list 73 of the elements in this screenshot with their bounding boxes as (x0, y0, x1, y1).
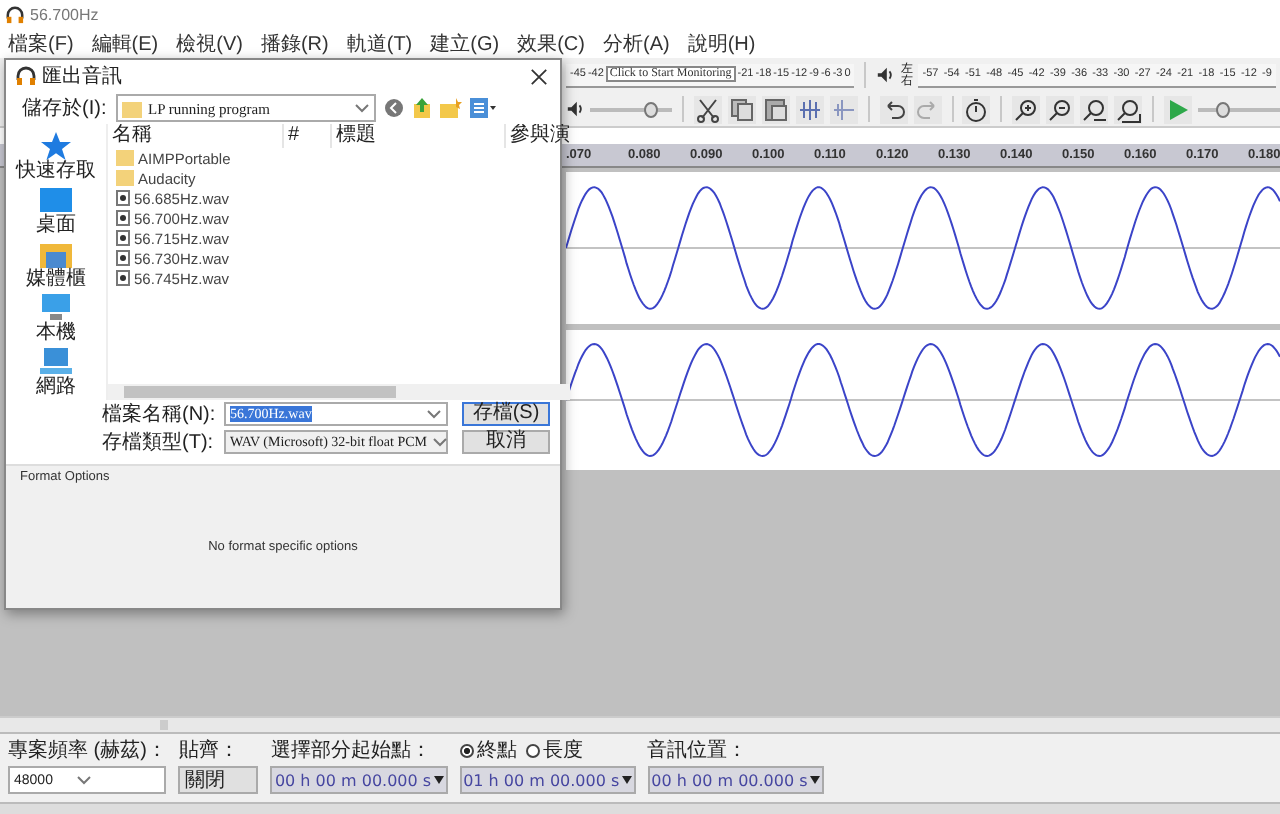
speaker-icon (566, 100, 584, 118)
column-header[interactable]: 名稱 (108, 124, 284, 148)
audio-position-label: 音訊位置： (647, 737, 750, 764)
caret-icon (809, 776, 820, 784)
caret-icon (354, 102, 370, 114)
audio-file-icon (116, 250, 130, 266)
folder-icon (40, 240, 72, 268)
silence-icon[interactable] (829, 95, 858, 123)
menu-item[interactable]: 效果(C) (517, 29, 585, 57)
zoom-fit-icon[interactable] (1114, 95, 1143, 123)
horizontal-scrollbar[interactable] (108, 384, 570, 400)
folder-icon (122, 99, 142, 117)
menu-item[interactable]: 分析(A) (602, 29, 670, 57)
menu-item[interactable]: 檢視(V) (176, 29, 243, 57)
star-icon (40, 132, 72, 160)
audio-file-icon (116, 230, 130, 246)
place-item[interactable]: 桌面 (36, 186, 76, 238)
zoom-out-icon[interactable] (1046, 95, 1075, 123)
menu-item[interactable]: 建立(G) (430, 29, 500, 57)
back-icon[interactable] (384, 98, 404, 118)
time-field[interactable]: 01 h 00 m 00.000 s (459, 766, 636, 794)
zoom-in-icon[interactable] (1012, 95, 1041, 123)
window-title: 56.700Hz (30, 5, 99, 23)
computer-icon (40, 294, 72, 322)
radio-button[interactable]: 終點 (459, 736, 518, 764)
trim-icon[interactable] (795, 95, 824, 123)
headphones-icon (6, 5, 24, 23)
column-header[interactable]: 標題 (332, 124, 506, 148)
desktop-icon (40, 186, 72, 214)
snap-label: 貼齊： (178, 737, 241, 764)
audio-file-icon (116, 210, 130, 226)
network-icon (40, 348, 72, 376)
place-item[interactable]: 網路 (36, 348, 76, 400)
headphones-icon (16, 66, 36, 86)
caret-icon (76, 774, 93, 786)
save-button[interactable]: 存檔(S) (462, 402, 550, 426)
menu-item[interactable]: 編輯(E) (91, 29, 159, 57)
menu-item[interactable]: 播錄(R) (260, 29, 329, 57)
paste-icon[interactable] (761, 95, 790, 123)
caret-icon (621, 776, 632, 784)
project-rate-label: 專案頻率 (赫茲)： (8, 737, 167, 764)
snap-dropdown[interactable]: 關閉 (178, 766, 259, 794)
audio-file-icon (116, 270, 130, 286)
file-name-label: 檔案名稱(N): (102, 401, 218, 428)
radio-button[interactable]: 長度 (525, 736, 584, 764)
volume-slider[interactable] (590, 99, 673, 119)
up-folder-icon[interactable] (412, 98, 432, 118)
place-item[interactable]: 本機 (36, 294, 76, 346)
menu-item[interactable]: 檔案(F) (8, 29, 74, 57)
play-icon[interactable] (1163, 95, 1192, 123)
play-speed-slider[interactable] (1197, 99, 1280, 119)
time-field[interactable]: 00 h 00 m 00.000 s (647, 766, 824, 794)
caret-icon (433, 776, 444, 784)
timer-icon[interactable] (962, 95, 991, 123)
menu-item[interactable]: 軌道(T) (346, 29, 413, 57)
view-menu-icon[interactable] (470, 98, 498, 118)
cut-icon[interactable] (693, 95, 722, 123)
place-item[interactable]: 媒體櫃 (26, 240, 86, 292)
column-header[interactable]: # (284, 124, 332, 148)
time-field[interactable]: 00 h 00 m 00.000 s (270, 766, 448, 794)
menu-item[interactable]: 說明(H) (687, 29, 756, 57)
file-type-label: 存檔類型(T): (102, 429, 216, 456)
zoom-fit-selection-icon[interactable] (1080, 95, 1109, 123)
selection-start-label: 選擇部分起始點： (270, 737, 433, 764)
cancel-button[interactable]: 取消 (462, 430, 550, 454)
copy-icon[interactable] (727, 95, 756, 123)
close-icon[interactable] (530, 67, 548, 85)
horizontal-scrollbar[interactable] (0, 716, 1280, 732)
look-in-label: 儲存於(I): (22, 95, 109, 122)
speaker-icon (876, 66, 895, 84)
audio-file-icon (116, 190, 130, 206)
dialog-title: 匯出音訊 (42, 63, 122, 90)
undo-icon[interactable] (879, 95, 908, 123)
